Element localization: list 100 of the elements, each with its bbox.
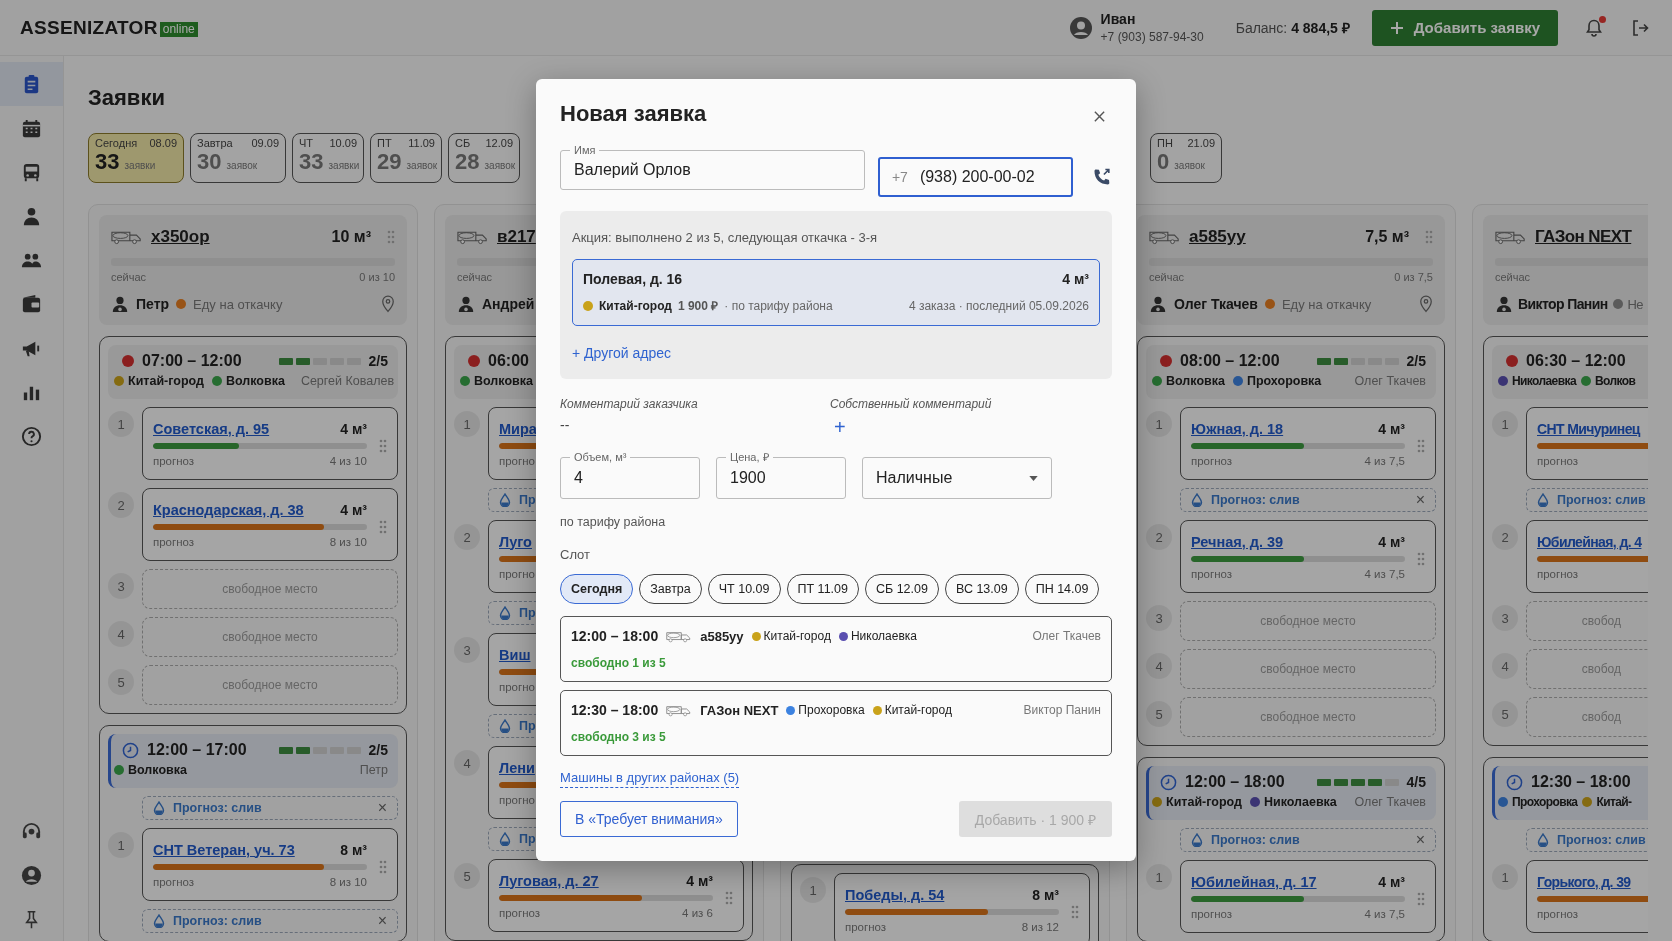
drag-handle-icon[interactable]: [379, 859, 387, 874]
address-link[interactable]: Луго: [499, 533, 532, 550]
order-card[interactable]: Советская, д. 95 4 м³ прогноз 4 из 10: [142, 407, 398, 480]
stop-number: 1: [108, 411, 134, 437]
add-request-button[interactable]: Добавить заявку: [1371, 9, 1558, 46]
drag-handle-icon[interactable]: [1417, 551, 1425, 566]
stop-number: 3: [1492, 605, 1518, 631]
drag-handle-icon[interactable]: [725, 890, 733, 905]
phone-field[interactable]: +7 (938) 200-00-02: [877, 157, 1074, 197]
drop-icon: [1537, 493, 1549, 507]
forecast-label: прогноз: [1537, 454, 1579, 467]
address-link[interactable]: Виш: [499, 646, 531, 663]
order-card[interactable]: СНТ Ветеран, уч. 73 8 м³ прогноз 8 из 10: [142, 828, 398, 901]
vehicle-name[interactable]: а585уу: [1189, 227, 1246, 247]
order-card[interactable]: Победы, д. 54 8 м³ прогноз 8 из 12: [834, 873, 1090, 941]
trip-header[interactable]: 08:00 – 12:00 2/5 Волковка Прохоровка Олег Ткачев: [1146, 345, 1436, 399]
fill-reading: 0 из 7,5: [1394, 271, 1433, 283]
address-link[interactable]: Победы, д. 54: [845, 886, 945, 903]
truck-icon: [666, 703, 693, 717]
trip-time: 12:30 – 18:00: [1531, 773, 1631, 791]
sidebar-item[interactable]: [0, 62, 63, 106]
vehicle-name[interactable]: х350ор: [151, 227, 210, 247]
address-link[interactable]: Юбилейная, д. 4: [1537, 533, 1642, 550]
order-volume: 4 м³: [340, 501, 367, 518]
day-tab[interactable]: СБ 12.09 28 заявок: [448, 133, 520, 183]
driver-icon: [1149, 295, 1167, 313]
stop-number: 1: [1146, 411, 1172, 437]
slot-option[interactable]: 12:30 – 18:00 ГАЗон NEXT Прохоровка Китай-город Виктор Панин свободно 3 из 5: [560, 690, 1112, 756]
active-dot: [122, 355, 134, 367]
day-tab[interactable]: ЧТ 10.09 33 заявки: [292, 133, 364, 183]
phone-call-icon[interactable]: [1092, 167, 1112, 187]
trip-header[interactable]: 07:00 – 12:00 2/5 Китай-город Волковка Сергей Ковалев: [108, 345, 398, 399]
drag-handle-icon[interactable]: [1417, 438, 1425, 453]
vehicle-name[interactable]: ГАЗон NEXT: [1535, 227, 1632, 247]
dismiss-button[interactable]: ×: [1415, 832, 1425, 848]
address-link[interactable]: Лени: [499, 759, 535, 776]
address-link[interactable]: Речная, д. 39: [1191, 533, 1284, 550]
drag-handle-icon[interactable]: [1071, 904, 1079, 919]
location-icon[interactable]: [1419, 295, 1433, 313]
forecast-label: прогноз: [153, 535, 195, 548]
vehicle-name[interactable]: в217: [497, 227, 536, 247]
help-icon: [20, 424, 43, 448]
day-tab[interactable]: Сегодня 08.09 33 заявки: [88, 133, 184, 183]
drag-handle-icon[interactable]: [379, 438, 387, 453]
drag-handle-icon[interactable]: [379, 519, 387, 534]
order-card[interactable]: Горького, д. 39 прогноз: [1526, 860, 1648, 933]
load-reading: 2/5: [368, 742, 388, 758]
address-link[interactable]: Луговая, д. 27: [499, 872, 599, 889]
order-volume: 4 м³: [1378, 873, 1405, 890]
dismiss-button[interactable]: ×: [377, 913, 387, 929]
trip-header[interactable]: 12:30 – 18:00 Прохоровка Китай-: [1492, 766, 1648, 820]
address-option[interactable]: Полевая, д. 16 4 м³ Китай-город 1 900 ₽ · по тарифу района 4 заказа · последний 05.09.2026: [572, 259, 1100, 326]
address-link[interactable]: Южная, д. 18: [1191, 420, 1284, 437]
forecast-reading: 4 из 7,5: [1364, 567, 1405, 580]
day-chip[interactable]: Сегодня: [560, 574, 634, 604]
drag-handle-icon[interactable]: [1417, 891, 1425, 906]
order-card[interactable]: СНТ Мичуринец прогноз: [1526, 407, 1648, 480]
address-link[interactable]: Горького, д. 39: [1537, 873, 1631, 890]
dismiss-button[interactable]: ×: [1415, 492, 1425, 508]
address-link[interactable]: Мира: [499, 420, 537, 437]
address-link[interactable]: СНТ Мичуринец: [1537, 420, 1640, 437]
order-card[interactable]: Краснодарская, д. 38 4 м³ прогноз 8 из 10: [142, 488, 398, 561]
page-title: Заявки: [88, 85, 166, 111]
notifications-icon[interactable]: [1584, 17, 1604, 38]
drag-handle-icon[interactable]: [387, 230, 395, 244]
payment-select[interactable]: Наличные: [862, 457, 1052, 499]
district-name: Волков: [1594, 374, 1636, 388]
other-address-link[interactable]: + Другой адрес: [572, 345, 671, 361]
logout-icon[interactable]: [1630, 17, 1650, 38]
trip-header[interactable]: 06:30 – 12:00 Николаевка Волков: [1492, 345, 1648, 399]
driver-icon: [1495, 295, 1513, 313]
address-link[interactable]: Юбилейная, д. 17: [1191, 873, 1317, 890]
order-card[interactable]: Луговая, д. 27 4 м³ прогноз 4 из 6: [488, 859, 744, 932]
address-link[interactable]: Советская, д. 95: [153, 420, 270, 437]
address-link[interactable]: СНТ Ветеран, уч. 73: [153, 841, 295, 858]
address-link[interactable]: Краснодарская, д. 38: [153, 501, 304, 518]
other-vehicles-link[interactable]: Машины в других районах (5): [560, 770, 740, 788]
trip-header[interactable]: 12:00 – 18:00 4/5 Китай-город Николаевка Олег Ткачев: [1146, 766, 1436, 820]
stop-number: 4: [108, 621, 134, 647]
day-tab[interactable]: ПТ 11.09 29 заявок: [370, 133, 442, 183]
close-icon[interactable]: [1093, 109, 1106, 123]
trip-driver: Сергей Ковалев: [300, 374, 395, 388]
order-card[interactable]: Южная, д. 18 4 м³ прогноз 4 из 7,5: [1180, 407, 1436, 480]
order-card[interactable]: Юбилейная, д. 4 прогноз: [1526, 520, 1648, 593]
day-tab[interactable]: Завтра 09.09 30 заявок: [190, 133, 286, 183]
dismiss-button[interactable]: ×: [377, 800, 387, 816]
user-avatar-icon[interactable]: [1068, 15, 1093, 40]
account-icon[interactable]: [20, 864, 43, 887]
stop-number: 1: [1492, 411, 1518, 437]
add-comment-button[interactable]: +: [834, 417, 846, 437]
trip-header[interactable]: 12:00 – 17:00 2/5 Волковка Петр: [108, 734, 398, 788]
drag-handle-icon[interactable]: [1425, 230, 1433, 244]
location-icon[interactable]: [381, 295, 395, 313]
district-name: Николаевка: [850, 629, 917, 643]
needs-attention-button[interactable]: В «Требует внимания»: [560, 801, 738, 837]
order-card[interactable]: Юбилейная, д. 17 4 м³ прогноз 4 из 7,5: [1180, 860, 1436, 933]
day-tab[interactable]: ПН 21.09 0 заявок: [1150, 133, 1222, 183]
slot-option[interactable]: 12:00 – 18:00 а585уу Китай-город Николаевка Олег Ткачев свободно 1 из 5: [560, 616, 1112, 682]
order-card[interactable]: Речная, д. 39 4 м³ прогноз 4 из 7,5: [1180, 520, 1436, 593]
district-name: Волковка: [225, 374, 285, 388]
